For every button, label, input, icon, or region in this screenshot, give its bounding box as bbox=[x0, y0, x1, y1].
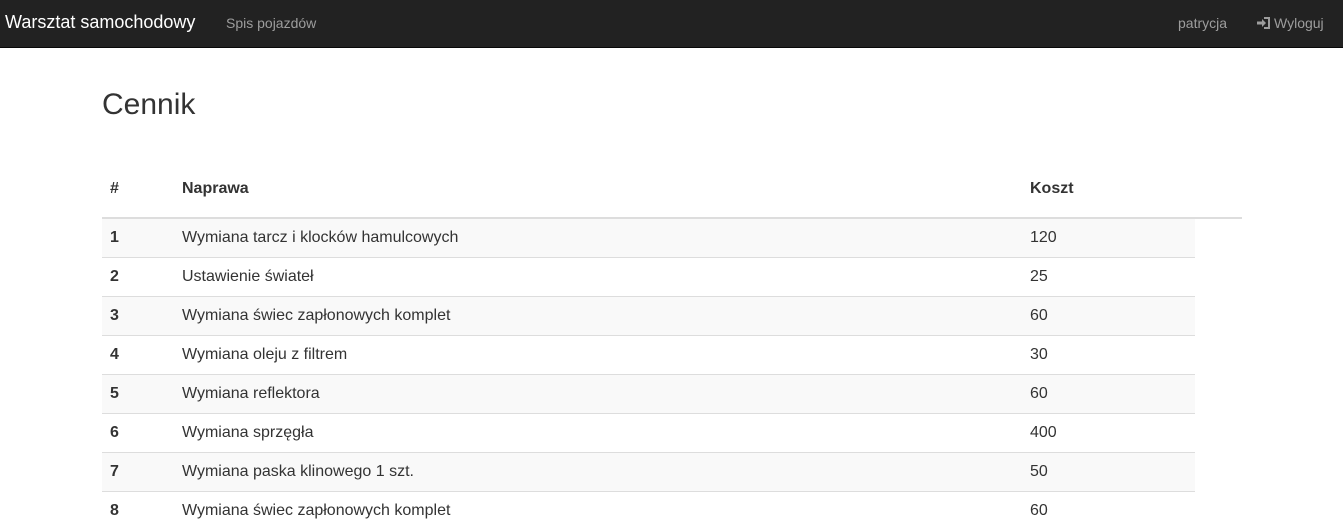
logout-link[interactable]: Wyloguj bbox=[1256, 14, 1324, 32]
log-in-icon bbox=[1256, 16, 1272, 30]
price-table: # Naprawa Koszt 1 Wymiana tarcz i klockó… bbox=[102, 160, 1195, 530]
nav-vehicles-link[interactable]: Spis pojazdów bbox=[226, 14, 316, 32]
row-repair: Wymiana świec zapłonowych komplet bbox=[174, 295, 1022, 335]
row-cost: 120 bbox=[1022, 217, 1195, 257]
row-num: 8 bbox=[102, 490, 174, 530]
row-repair: Wymiana paska klinowego 1 szt. bbox=[174, 451, 1022, 491]
table-row: 8 Wymiana świec zapłonowych komplet 60 bbox=[102, 490, 1195, 530]
row-repair: Wymiana oleju z filtrem bbox=[174, 334, 1022, 374]
table-row: 5 Wymiana reflektora 60 bbox=[102, 373, 1195, 413]
row-repair: Wymiana sprzęgła bbox=[174, 412, 1022, 452]
table-header-row: # Naprawa Koszt bbox=[102, 160, 1195, 218]
table-row: 7 Wymiana paska klinowego 1 szt. 50 bbox=[102, 451, 1195, 491]
row-num: 7 bbox=[102, 451, 174, 491]
row-cost: 50 bbox=[1022, 451, 1195, 491]
row-cost: 30 bbox=[1022, 334, 1195, 374]
header-repair: Naprawa bbox=[182, 179, 249, 197]
brand-link[interactable]: Warsztat samochodowy bbox=[5, 12, 195, 32]
nav-user-link[interactable]: patrycja bbox=[1178, 14, 1227, 32]
top-navbar: Warsztat samochodowy Spis pojazdów patry… bbox=[0, 0, 1343, 48]
row-num: 5 bbox=[102, 373, 174, 413]
row-repair: Wymiana tarcz i klocków hamulcowych bbox=[174, 217, 1022, 257]
row-cost: 400 bbox=[1022, 412, 1195, 452]
page-title: Cennik bbox=[102, 88, 196, 121]
logout-label: Wyloguj bbox=[1274, 15, 1324, 31]
row-repair: Wymiana reflektora bbox=[174, 373, 1022, 413]
row-cost: 25 bbox=[1022, 256, 1195, 296]
table-row: 1 Wymiana tarcz i klocków hamulcowych 12… bbox=[102, 217, 1195, 257]
row-repair: Ustawienie świateł bbox=[174, 256, 1022, 296]
table-row: 4 Wymiana oleju z filtrem 30 bbox=[102, 334, 1195, 374]
row-num: 1 bbox=[102, 217, 174, 257]
header-num: # bbox=[110, 179, 119, 197]
row-cost: 60 bbox=[1022, 295, 1195, 335]
table-row: 2 Ustawienie świateł 25 bbox=[102, 256, 1195, 296]
row-num: 4 bbox=[102, 334, 174, 374]
row-cost: 60 bbox=[1022, 373, 1195, 413]
row-num: 6 bbox=[102, 412, 174, 452]
table-row: 6 Wymiana sprzęgła 400 bbox=[102, 412, 1195, 452]
row-num: 3 bbox=[102, 295, 174, 335]
row-num: 2 bbox=[102, 256, 174, 296]
row-cost: 60 bbox=[1022, 490, 1195, 530]
row-repair: Wymiana świec zapłonowych komplet bbox=[174, 490, 1022, 530]
table-row: 3 Wymiana świec zapłonowych komplet 60 bbox=[102, 295, 1195, 335]
header-cost: Koszt bbox=[1030, 179, 1074, 197]
